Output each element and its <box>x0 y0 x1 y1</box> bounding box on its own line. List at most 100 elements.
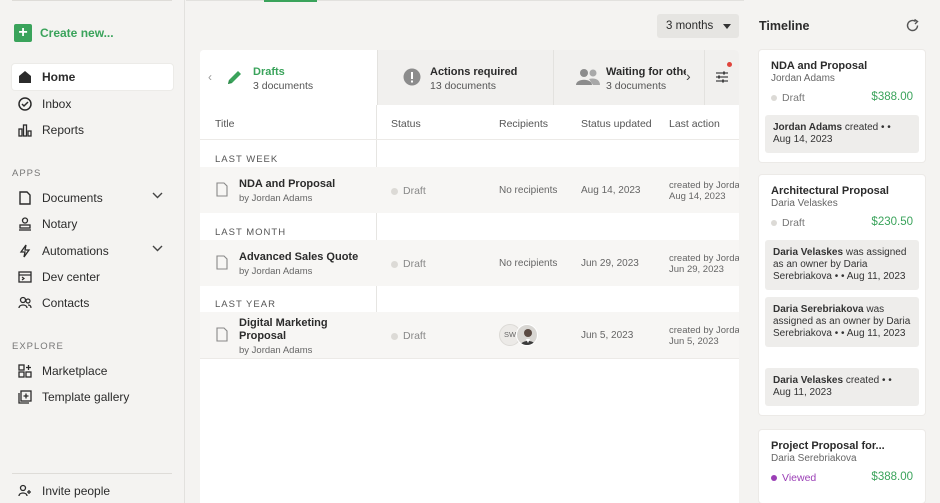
timeline-card[interactable]: Architectural Proposal Daria Velaskes Dr… <box>759 175 925 415</box>
column-header-status-updated[interactable]: Status updated <box>581 118 652 130</box>
status-dot <box>391 260 398 268</box>
last-action-value: created by Jordan AdamsAug 14, 2023 <box>669 180 739 202</box>
document-author: by Jordan Adams <box>239 193 313 204</box>
sidebar-item-template-gallery[interactable]: Template gallery <box>12 384 173 410</box>
document-title[interactable]: NDA and Proposal <box>239 178 369 191</box>
last-action-text: created by Jordan Adams <box>669 325 739 336</box>
column-header-recipients[interactable]: Recipients <box>499 118 548 130</box>
sliders-icon <box>716 71 728 83</box>
card-title[interactable]: NDA and Proposal <box>771 60 867 72</box>
card-amount: $388.00 <box>871 471 913 483</box>
card-owner: Daria Serebriakova <box>771 453 857 464</box>
filter-settings-button[interactable] <box>704 50 739 105</box>
timeline-card[interactable]: Project Proposal for... Daria Serebriako… <box>759 430 925 503</box>
sidebar-item-reports[interactable]: Reports <box>12 117 173 143</box>
sidebar-item-automations[interactable]: Automations <box>12 238 173 264</box>
table-row[interactable]: Advanced Sales Quote by Jordan Adams Dra… <box>200 240 739 286</box>
tab-label: Drafts <box>253 66 285 78</box>
tab-label: Actions required <box>430 66 518 78</box>
sidebar-item-documents[interactable]: Documents <box>12 185 173 211</box>
document-icon <box>216 255 228 270</box>
bolt-icon <box>19 244 31 258</box>
chevron-down-icon[interactable] <box>152 192 163 199</box>
chevron-right-icon[interactable]: › <box>686 68 702 84</box>
table-row[interactable]: NDA and Proposal by Jordan Adams Draft N… <box>200 167 739 213</box>
status-dot <box>391 332 398 340</box>
card-title[interactable]: Project Proposal for... <box>771 440 885 452</box>
document-icon <box>19 191 31 205</box>
sidebar-item-invite-people[interactable]: Invite people <box>12 478 173 503</box>
divider <box>12 0 172 1</box>
contacts-icon <box>18 296 32 309</box>
tab-count: 13 documents <box>430 80 496 92</box>
document-icon <box>216 327 228 342</box>
sidebar-item-contacts[interactable]: Contacts <box>12 290 173 316</box>
document-title[interactable]: Advanced Sales Quote <box>239 251 369 264</box>
last-action-date: Jun 29, 2023 <box>669 264 724 275</box>
alert-icon <box>403 68 421 86</box>
tab-drafts[interactable]: ‹ Drafts 3 documents <box>200 50 377 105</box>
create-new-button[interactable]: + Create new... <box>14 24 114 42</box>
timeline-event: Jordan Adams created • • Aug 14, 2023 <box>765 115 919 153</box>
terminal-icon <box>18 271 32 283</box>
chevron-down-icon[interactable] <box>152 245 163 252</box>
status-badge: Draft <box>391 258 426 270</box>
timeline-event: Daria Velaskes was assigned as an owner … <box>765 240 919 290</box>
sidebar-item-label: Invite people <box>42 484 111 498</box>
documents-panel: ‹ Drafts 3 documents Actions required 13… <box>200 50 739 503</box>
event-actor: Jordan Adams <box>773 122 843 133</box>
divider <box>200 358 739 359</box>
event-actor: Daria Velaskes <box>773 375 844 386</box>
create-new-label: Create new... <box>40 26 114 40</box>
column-header-status[interactable]: Status <box>391 118 421 130</box>
refresh-icon[interactable] <box>905 18 920 33</box>
inbox-check-icon <box>18 97 32 111</box>
column-header-last-action[interactable]: Last action <box>669 118 720 130</box>
sidebar-item-label: Marketplace <box>42 364 108 378</box>
tab-actions-required[interactable]: Actions required 13 documents <box>377 50 553 105</box>
sidebar-item-home[interactable]: Home <box>12 64 173 90</box>
status-text: Draft <box>782 92 805 104</box>
last-action-date: Aug 14, 2023 <box>669 191 726 202</box>
recipients-value: No recipients <box>499 185 558 196</box>
home-icon <box>19 71 31 83</box>
group-label: LAST WEEK <box>215 154 279 165</box>
period-select[interactable]: 3 months <box>657 14 739 38</box>
document-author: by Jordan Adams <box>239 345 313 356</box>
template-icon <box>18 390 32 404</box>
stamp-icon <box>19 217 31 231</box>
status-badge: Draft <box>391 185 426 197</box>
tab-waiting-for-others[interactable]: Waiting for others 3 documents <box>553 50 704 105</box>
card-amount: $230.50 <box>871 216 913 228</box>
person-photo-icon <box>520 329 536 345</box>
group-label: LAST YEAR <box>215 299 276 310</box>
sidebar-item-inbox[interactable]: Inbox <box>12 91 173 117</box>
document-title[interactable]: Digital Marketing Proposal <box>239 317 369 343</box>
sidebar-item-notary[interactable]: Notary <box>12 211 173 237</box>
event-date: Aug 11, 2023 <box>773 387 832 398</box>
card-title[interactable]: Architectural Proposal <box>771 185 889 197</box>
tab-count: 3 documents <box>253 80 314 92</box>
sidebar-item-label: Contacts <box>42 296 90 310</box>
add-user-icon <box>18 484 31 497</box>
document-icon <box>216 182 228 197</box>
event-actor: Daria Serebriakova <box>773 304 864 315</box>
status-text: Draft <box>403 258 426 270</box>
sidebar-item-label: Reports <box>42 123 85 137</box>
recipients-value: No recipients <box>499 258 558 269</box>
sidebar-item-dev-center[interactable]: Dev center <box>12 264 173 290</box>
status-dot <box>771 95 777 101</box>
status-updated-value: Jun 5, 2023 <box>581 330 634 341</box>
sidebar-item-label: Home <box>42 70 76 84</box>
column-header-title[interactable]: Title <box>215 118 234 130</box>
status-badge: Viewed <box>771 472 816 484</box>
recipient-avatar[interactable] <box>516 324 538 346</box>
table-row[interactable]: Digital Marketing Proposal by Jordan Ada… <box>200 312 739 358</box>
caret-down-icon <box>723 23 732 29</box>
sidebar-item-marketplace[interactable]: Marketplace <box>12 358 173 384</box>
card-owner: Jordan Adams <box>771 73 835 84</box>
chevron-left-icon[interactable]: ‹ <box>208 70 212 84</box>
timeline-card[interactable]: NDA and Proposal Jordan Adams Draft $388… <box>759 50 925 162</box>
grid-icon <box>18 364 32 378</box>
group-label: LAST MONTH <box>215 227 287 238</box>
